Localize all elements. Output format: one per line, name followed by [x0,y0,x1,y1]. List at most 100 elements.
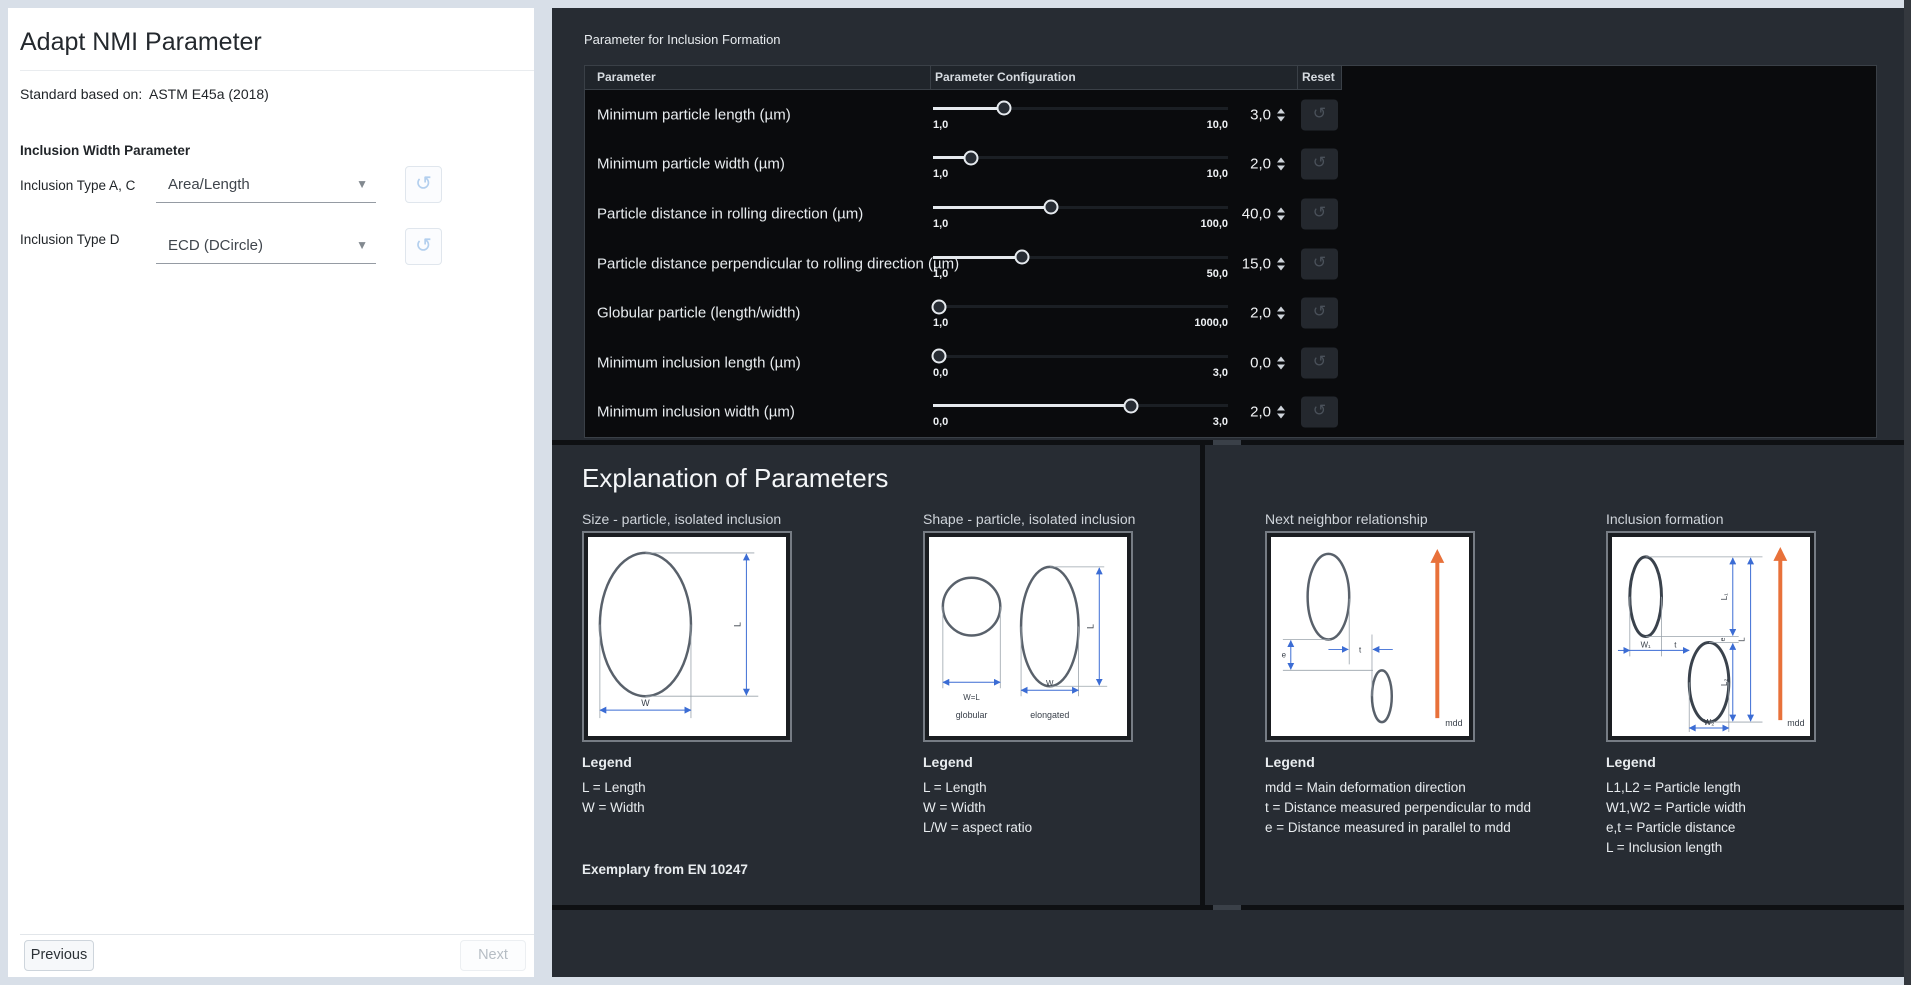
slider-handle[interactable] [931,349,946,364]
parameter-table: Parameter Parameter Configuration Reset … [584,65,1877,438]
svg-text:L: L [1738,637,1747,642]
inclusion-type-d-dropdown[interactable]: ECD (DCircle) ▼ [156,220,376,264]
svg-text:W: W [641,698,650,708]
spin-down-icon[interactable] [1277,265,1285,270]
spinner [1277,257,1285,270]
chevron-down-icon: ▼ [356,177,368,191]
reset-inclusion-type-ac-button[interactable]: ↺ [405,166,442,203]
parameter-name: Minimum inclusion width (µm) [597,404,795,421]
horizontal-splitter[interactable] [552,440,1904,445]
spin-up-icon[interactable] [1277,307,1285,312]
standard-based-on-value: ASTM E45a (2018) [149,86,269,102]
value-spinbox[interactable]: 2,0 [1175,404,1271,421]
row-reset-button[interactable]: ↺ [1301,347,1338,378]
slider-handle[interactable] [1044,200,1059,215]
dropdown-value: Area/Length [168,176,250,193]
slider-handle[interactable] [1123,398,1138,413]
splitter-grip[interactable] [1213,440,1241,445]
horizontal-splitter[interactable] [552,905,1904,910]
inclusion-type-ac-dropdown[interactable]: Area/Length ▼ [156,159,376,203]
legend-list: mdd = Main deformation direction t = Dis… [1265,778,1477,838]
value-spinbox[interactable]: 2,0 [1175,156,1271,173]
slider-fill [933,107,1004,110]
legend-item: L = Length [582,778,794,798]
table-body: Minimum particle length (µm) 1,0 10,0 3,… [585,90,1876,437]
row-reset-button[interactable]: ↺ [1301,99,1338,130]
spin-up-icon[interactable] [1277,356,1285,361]
legend-title: Legend [1265,754,1477,770]
row-reset-button[interactable]: ↺ [1301,149,1338,180]
value-spinbox[interactable]: 15,0 [1175,255,1271,272]
card-title: Next neighbor relationship [1265,511,1477,529]
diagram-frame: L₁ e L₂ L W₁ t W₂ mdd [1606,531,1816,742]
chevron-down-icon: ▼ [356,238,368,252]
spin-down-icon[interactable] [1277,414,1285,419]
inclusion-type-d-label: Inclusion Type D [20,232,120,247]
slider-handle[interactable] [964,150,979,165]
parameter-name: Particle distance perpendicular to rolli… [597,255,959,272]
row-reset-button[interactable]: ↺ [1301,397,1338,428]
shape-diagram: W=L globular W elongated L [929,537,1127,736]
explanation-card-next-neighbor: Next neighbor relationship e t mdd Legen… [1265,511,1477,838]
row-reset-button[interactable]: ↺ [1301,298,1338,329]
spin-up-icon[interactable] [1277,257,1285,262]
value-spinbox[interactable]: 40,0 [1175,205,1271,222]
spinner [1277,207,1285,220]
spin-up-icon[interactable] [1277,108,1285,113]
diagram-frame: e t mdd [1265,531,1475,742]
reset-icon: ↺ [415,173,432,195]
spin-down-icon[interactable] [1277,315,1285,320]
reset-icon: ↺ [1313,155,1326,172]
inclusion-type-ac-label: Inclusion Type A, C [20,178,135,193]
svg-text:W=L: W=L [963,693,980,702]
table-row: Globular particle (length/width) 1,0 100… [585,288,1876,338]
value-spinbox[interactable]: 0,0 [1175,354,1271,371]
spin-up-icon[interactable] [1277,207,1285,212]
spin-up-icon[interactable] [1277,406,1285,411]
reset-icon: ↺ [415,235,432,257]
spin-down-icon[interactable] [1277,364,1285,369]
row-reset-button[interactable]: ↺ [1301,198,1338,229]
value-spinbox[interactable]: 3,0 [1175,106,1271,123]
svg-text:mdd: mdd [1445,718,1462,728]
vertical-splitter[interactable] [1200,445,1205,905]
reset-inclusion-type-d-button[interactable]: ↺ [405,228,442,265]
spinner [1277,307,1285,320]
row-reset-button[interactable]: ↺ [1301,248,1338,279]
spin-down-icon[interactable] [1277,215,1285,220]
column-header-reset: Reset [1298,66,1342,90]
previous-button[interactable]: Previous [24,940,94,971]
table-row: Minimum inclusion width (µm) 0,0 3,0 2,0… [585,387,1876,437]
svg-text:t: t [1359,645,1362,654]
parameter-name: Minimum particle width (µm) [597,156,785,173]
spin-down-icon[interactable] [1277,116,1285,121]
legend-item: L = Length [923,778,1135,798]
slider-handle[interactable] [996,101,1011,116]
slider-handle[interactable] [1014,250,1029,265]
formation-panel-title: Parameter for Inclusion Formation [584,32,781,47]
slider-handle[interactable] [931,299,946,314]
adapt-nmi-panel: Adapt NMI Parameter Standard based on: A… [8,8,534,977]
legend-item: e = Distance measured in parallel to mdd [1265,818,1477,838]
card-title: Shape - particle, isolated inclusion [923,511,1135,529]
svg-text:W: W [1046,679,1054,688]
value-spinbox[interactable]: 2,0 [1175,305,1271,322]
spin-up-icon[interactable] [1277,158,1285,163]
table-row: Minimum particle width (µm) 1,0 10,0 2,0… [585,140,1876,190]
legend-item: e,t = Particle distance [1606,818,1818,838]
next-neighbor-diagram: e t mdd [1271,537,1469,736]
legend-title: Legend [923,754,1135,770]
legend-item: W = Width [582,798,794,818]
diagram-frame: W L [582,531,792,742]
svg-text:L₂: L₂ [1720,679,1729,687]
explanation-heading: Explanation of Parameters [582,463,888,494]
legend-title: Legend [582,754,794,770]
spin-down-icon[interactable] [1277,166,1285,171]
legend-list: L1,L2 = Particle length W1,W2 = Particle… [1606,778,1818,858]
card-title: Size - particle, isolated inclusion [582,511,794,529]
standard-based-on-label: Standard based on: [20,86,142,102]
splitter-grip[interactable] [1213,905,1241,910]
table-row: Particle distance perpendicular to rolli… [585,239,1876,289]
next-button[interactable]: Next [460,940,526,971]
diagram-frame: W=L globular W elongated L [923,531,1133,742]
